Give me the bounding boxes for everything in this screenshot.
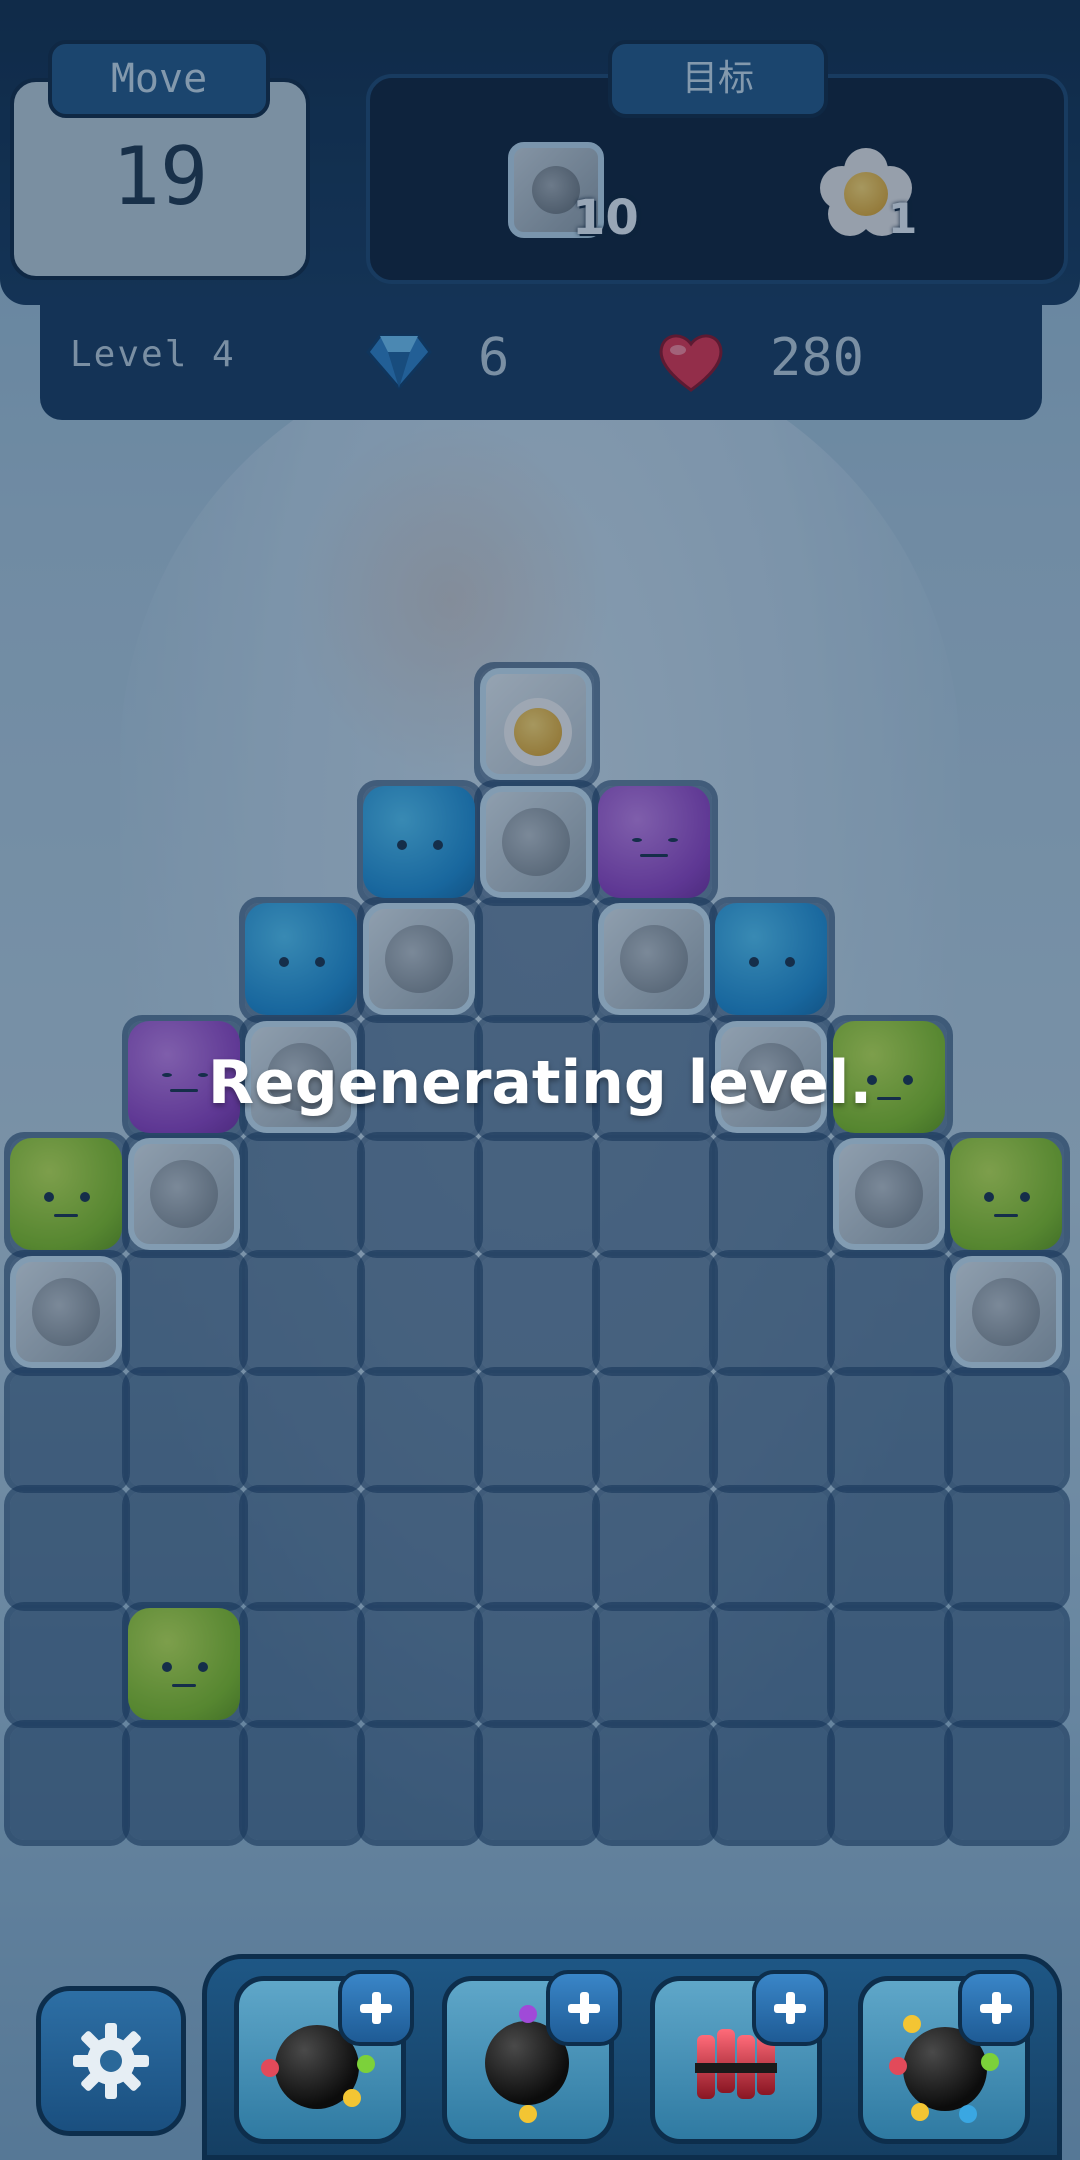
add-booster-button[interactable]	[958, 1970, 1034, 2046]
add-booster-button[interactable]	[546, 1970, 622, 2046]
gear-icon	[73, 2023, 149, 2099]
regenerating-message: Regenerating level.	[207, 1048, 873, 1118]
settings-button[interactable]	[36, 1986, 186, 2136]
add-booster-button[interactable]	[752, 1970, 828, 2046]
add-booster-button[interactable]	[338, 1970, 414, 2046]
